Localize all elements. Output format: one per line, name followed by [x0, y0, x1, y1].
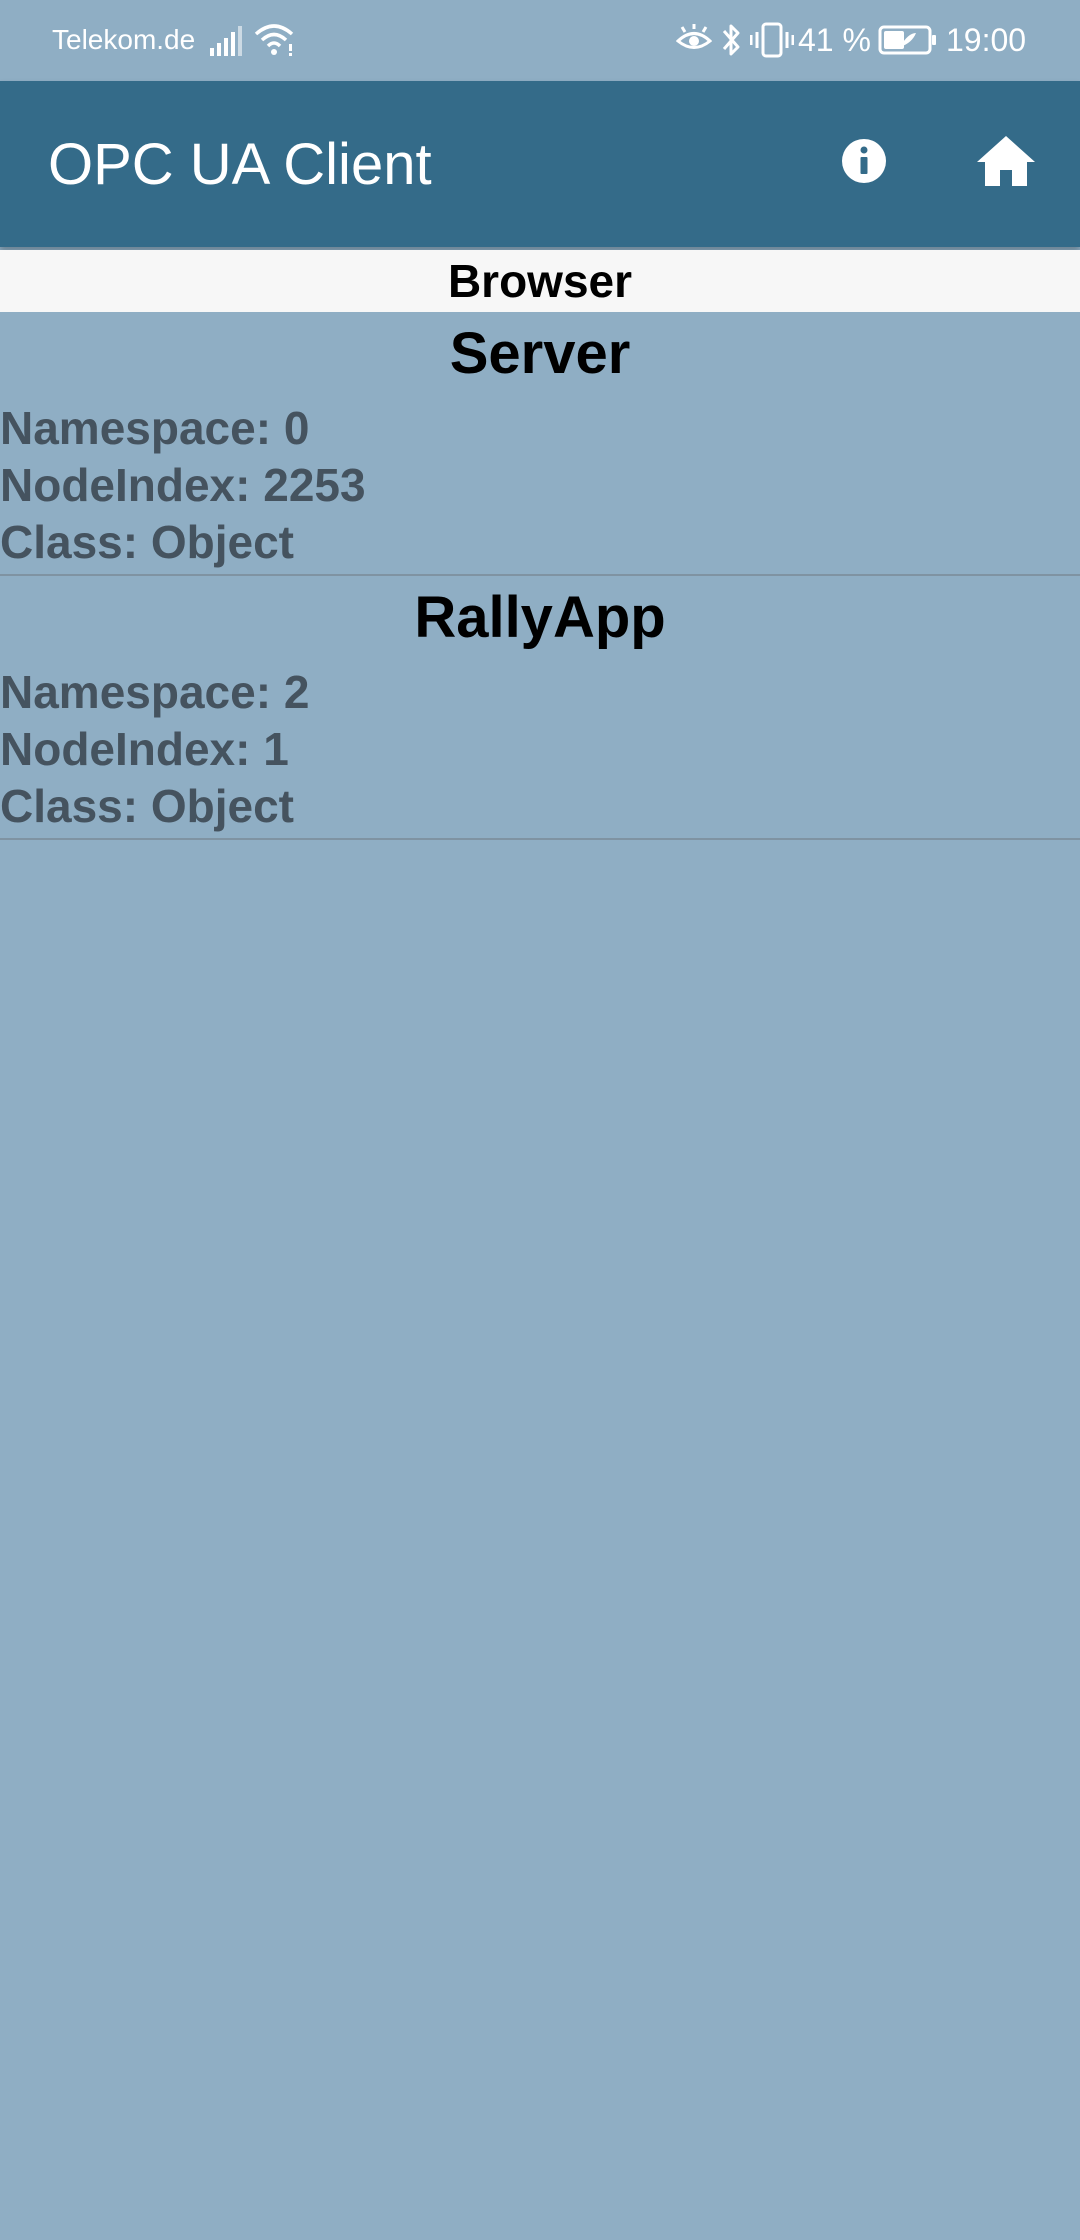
status-bar: Telekom.de 41 % 19:00 [0, 0, 1080, 81]
list-item[interactable]: Server Namespace: 0 NodeIndex: 2253 Clas… [0, 312, 1080, 576]
browser-title: Browser [0, 250, 1080, 312]
home-button[interactable] [972, 129, 1040, 197]
node-index: NodeIndex: 1 [0, 723, 289, 775]
clock: 19:00 [946, 22, 1027, 58]
info-button[interactable] [830, 129, 898, 197]
list-item[interactable]: RallyApp Namespace: 2 NodeIndex: 1 Class… [0, 576, 1080, 840]
carrier-label: Telekom.de [52, 24, 196, 55]
node-index: NodeIndex: 2253 [0, 459, 366, 511]
node-namespace: Namespace: 2 [0, 666, 310, 718]
node-class: Class: Object [0, 516, 294, 568]
signal-icon [210, 26, 244, 61]
battery-percent: 41 % [798, 22, 871, 58]
app-bar: OPC UA Client [0, 81, 1080, 247]
node-class: Class: Object [0, 780, 294, 832]
bluetooth-icon [720, 22, 742, 63]
home-icon [975, 134, 1037, 193]
node-namespace: Namespace: 0 [0, 402, 310, 454]
eye-comfort-icon [675, 24, 713, 59]
node-name: Server [449, 321, 631, 386]
node-name: RallyApp [414, 585, 666, 650]
app-title: OPC UA Client [48, 132, 432, 197]
node-list: Server Namespace: 0 NodeIndex: 2253 Clas… [0, 312, 1080, 840]
vibrate-icon [749, 22, 795, 63]
wifi-icon [254, 22, 294, 61]
battery-icon [878, 25, 938, 60]
info-icon [840, 137, 888, 190]
